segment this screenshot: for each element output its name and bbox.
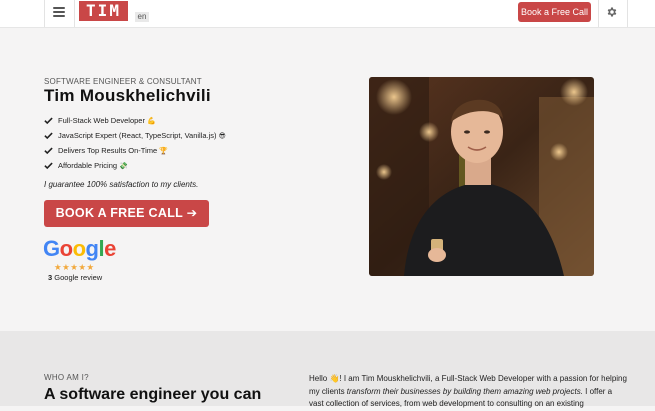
hero-eyebrow: SOFTWARE ENGINEER & CONSULTANT xyxy=(44,77,202,86)
book-call-header-button[interactable]: Book a Free Call xyxy=(518,2,591,22)
language-badge[interactable]: en xyxy=(135,12,149,22)
feature-item: JavaScript Expert (React, TypeScript, Va… xyxy=(44,130,226,145)
feature-text: JavaScript Expert (React, TypeScript, Va… xyxy=(58,131,217,140)
google-letter-e: e xyxy=(104,236,116,261)
check-icon xyxy=(44,132,53,140)
review-count: 3 xyxy=(48,273,53,282)
about-headline: A software engineer you can xyxy=(44,386,262,403)
trophy-emoji: 🏆 xyxy=(159,147,169,155)
arrow-right-icon: ➔ xyxy=(186,206,198,220)
flexed-arm-emoji: 💪 xyxy=(147,117,156,125)
feature-list: Full-Stack Web Developer 💪 JavaScript Ex… xyxy=(44,115,226,175)
rating-stars: ★★★★★ xyxy=(54,262,95,272)
feature-item: Affordable Pricing 💸 xyxy=(44,160,226,175)
money-emoji: 💸 xyxy=(119,162,128,170)
check-icon xyxy=(44,117,53,125)
google-letter-o2: o xyxy=(72,236,86,261)
google-letter-g2: g xyxy=(85,236,99,261)
header-divider xyxy=(44,0,45,27)
header-divider xyxy=(627,0,628,27)
google-logo[interactable]: Google xyxy=(43,236,116,262)
satisfaction-guarantee: I guarantee 100% satisfaction to my clie… xyxy=(44,180,199,189)
gear-icon[interactable] xyxy=(606,6,618,18)
feature-text: Full-Stack Web Developer xyxy=(58,116,145,125)
feature-item: Full-Stack Web Developer 💪 xyxy=(44,115,226,130)
header-divider xyxy=(598,0,599,27)
check-icon xyxy=(44,147,53,155)
google-letter-o1: o xyxy=(59,236,73,261)
book-call-label: BOOK A FREE CALL xyxy=(55,206,183,220)
check-icon xyxy=(44,162,53,170)
header-divider xyxy=(74,0,75,27)
profile-photo xyxy=(369,77,594,276)
top-navigation-bar: TIM en Book a Free Call xyxy=(0,0,655,28)
review-count-line[interactable]: 3 Google review xyxy=(48,273,102,282)
feature-text: Delivers Top Results On-Time xyxy=(58,146,158,155)
site-logo[interactable]: TIM xyxy=(79,1,128,21)
bio-emphasis: transform their businesses by building t… xyxy=(346,386,583,396)
review-label: Google review xyxy=(54,273,103,282)
book-call-hero-button[interactable]: BOOK A FREE CALL ➔ xyxy=(44,200,209,227)
sunglasses-emoji: 😎 xyxy=(218,132,226,140)
hamburger-icon[interactable] xyxy=(53,7,65,19)
feature-text: Affordable Pricing xyxy=(58,161,118,170)
feature-item: Delivers Top Results On-Time 🏆 xyxy=(44,145,226,160)
hero-name: Tim Mouskhelichvili xyxy=(44,86,211,105)
about-bio: Hello 👋! I am Tim Mouskhelichvili, a Ful… xyxy=(309,373,629,411)
google-letter-g: G xyxy=(43,236,60,261)
about-eyebrow: WHO AM I? xyxy=(44,373,89,382)
